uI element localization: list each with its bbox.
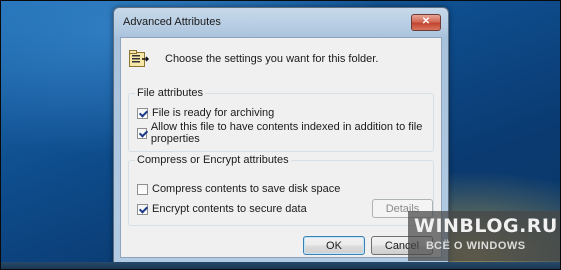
- compress-checkbox[interactable]: [137, 183, 148, 195]
- watermark-title: WINBLOG.RU: [414, 215, 558, 237]
- dialog-instruction: Choose the settings you want for this fo…: [165, 53, 379, 65]
- encrypt-option[interactable]: Encrypt contents to secure data: [137, 202, 307, 216]
- ok-button[interactable]: OK: [303, 236, 365, 255]
- compress-option[interactable]: Compress contents to save disk space: [137, 182, 340, 196]
- compress-encrypt-group: Compress or Encrypt attributes Compress …: [128, 154, 434, 226]
- file-attributes-group: File attributes File is ready for archiv…: [128, 87, 434, 152]
- advanced-attributes-dialog: Advanced Attributes ✕ Choose the setting…: [113, 7, 449, 265]
- folder-attributes-icon: [129, 50, 149, 67]
- group-label-compress-encrypt: Compress or Encrypt attributes: [135, 154, 291, 166]
- watermark: WINBLOG.RU ВСЁ О WINDOWS: [408, 211, 560, 261]
- close-icon: ✕: [421, 16, 431, 27]
- taskbar: [0, 262, 561, 270]
- archive-option[interactable]: File is ready for archiving: [137, 106, 274, 120]
- index-label: Allow this file to have contents indexed…: [150, 121, 423, 145]
- index-checkbox[interactable]: [137, 127, 147, 139]
- compress-label: Compress contents to save disk space: [152, 183, 341, 195]
- archive-label: File is ready for archiving: [152, 107, 275, 119]
- watermark-subtitle: ВСЁ О WINDOWS: [426, 240, 526, 252]
- dialog-client-area: Choose the settings you want for this fo…: [120, 37, 442, 258]
- index-option[interactable]: Allow this file to have contents indexed…: [137, 121, 433, 145]
- close-button[interactable]: ✕: [411, 14, 441, 31]
- dialog-title: Advanced Attributes: [123, 16, 221, 28]
- archive-checkbox[interactable]: [137, 107, 148, 119]
- encrypt-checkbox[interactable]: [137, 203, 148, 215]
- encrypt-label: Encrypt contents to secure data: [152, 203, 307, 215]
- group-label-file-attributes: File attributes: [135, 87, 206, 99]
